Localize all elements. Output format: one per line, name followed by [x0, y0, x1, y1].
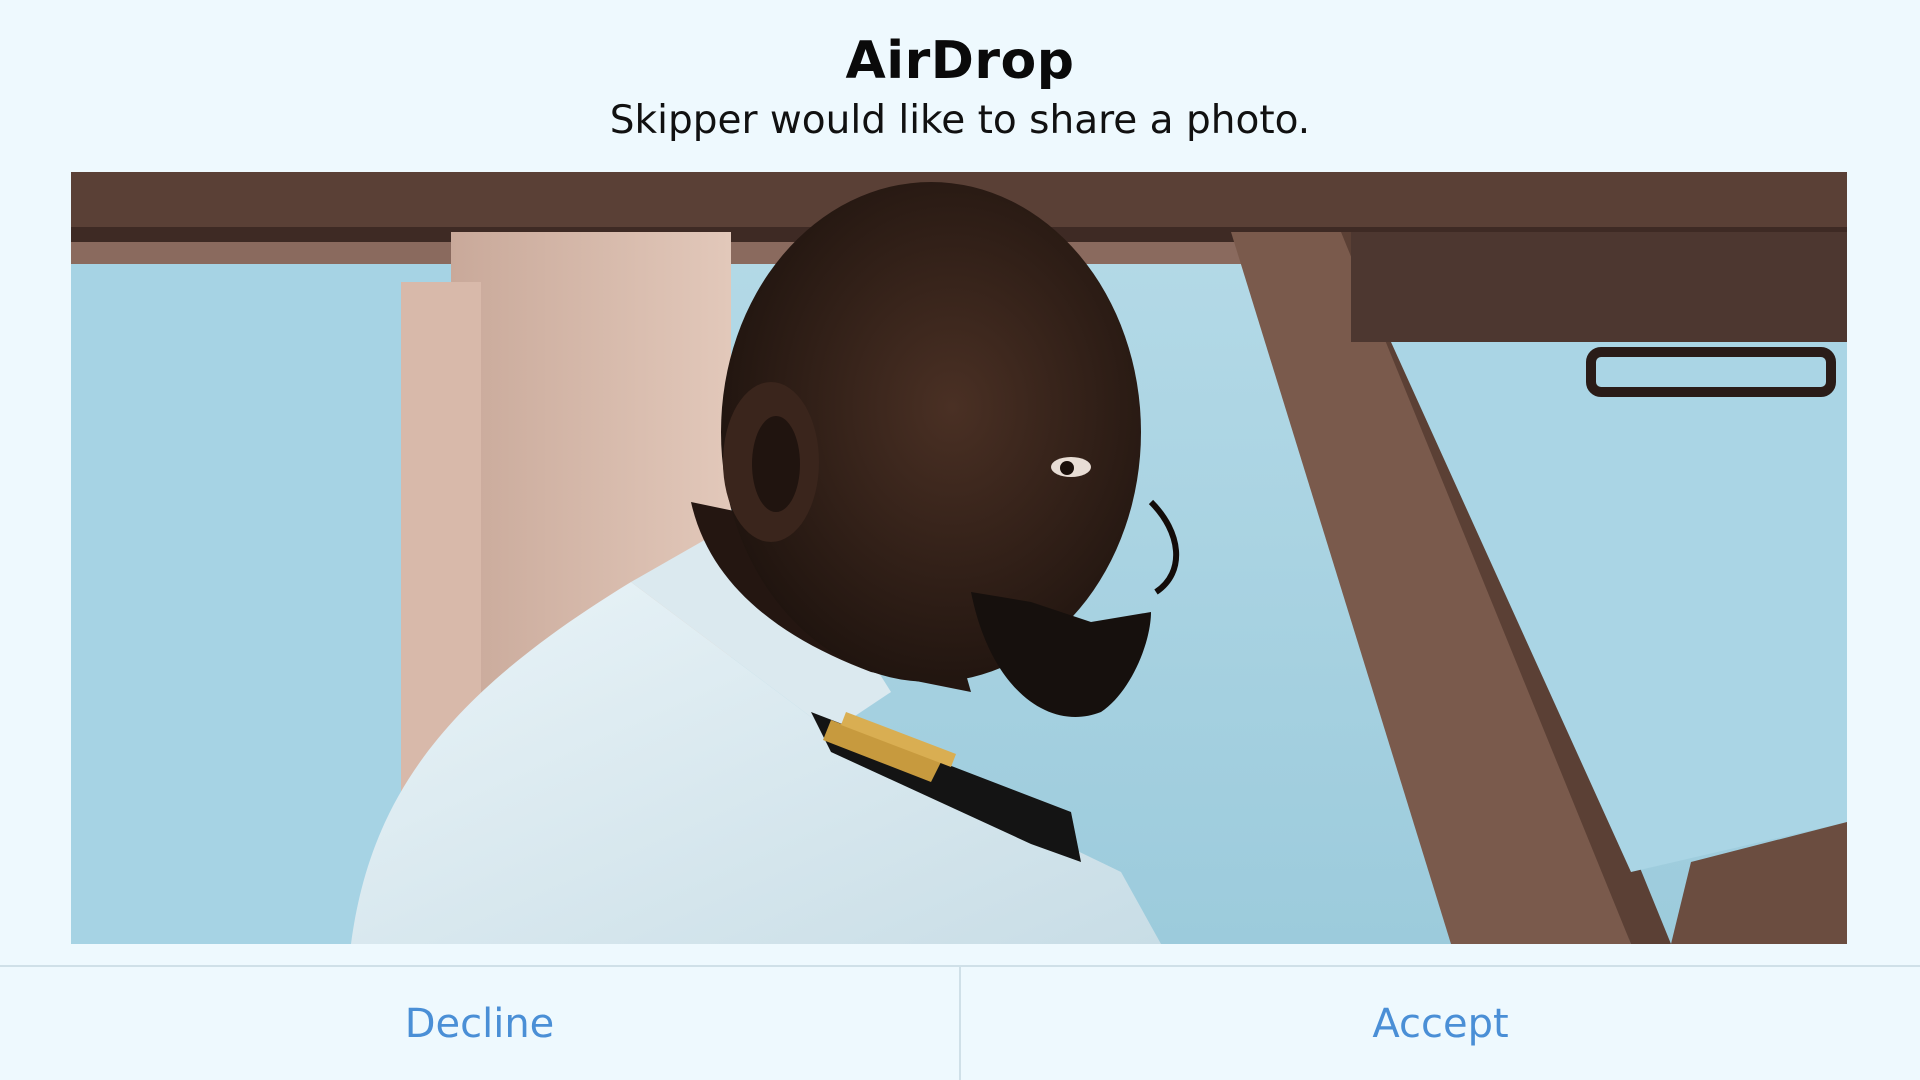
- dialog-subtitle: Skipper would like to share a photo.: [609, 98, 1311, 143]
- photo-illustration: [71, 172, 1847, 944]
- decline-button[interactable]: Decline: [0, 967, 959, 1080]
- airdrop-dialog: AirDrop Skipper would like to share a ph…: [0, 0, 1920, 1080]
- dialog-title: AirDrop: [845, 31, 1075, 91]
- shared-photo-preview: [71, 172, 1847, 944]
- accept-button[interactable]: Accept: [961, 967, 1920, 1080]
